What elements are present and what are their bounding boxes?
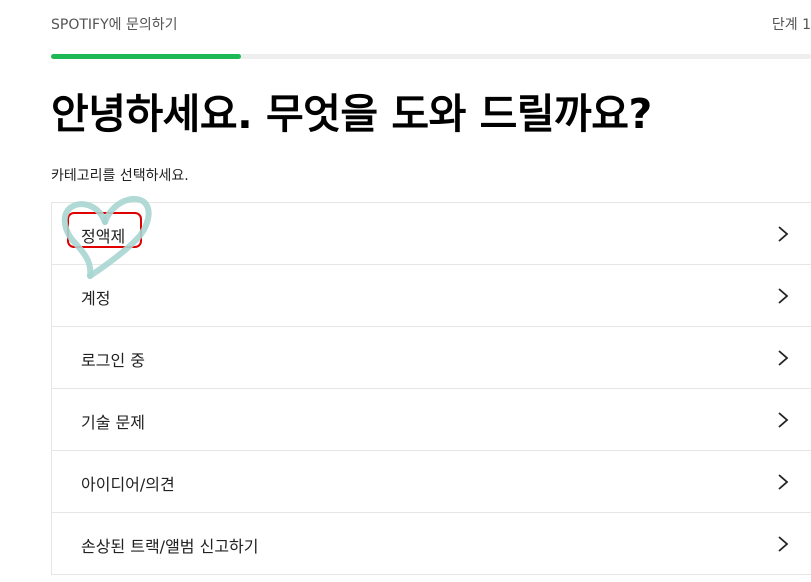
category-label: 계정 <box>81 289 111 308</box>
category-item-subscription[interactable]: 정액제 <box>52 203 811 265</box>
category-item-login[interactable]: 로그인 중 <box>52 327 811 389</box>
heart-doodle-icon <box>61 195 152 279</box>
progress-fill <box>51 54 241 59</box>
category-instruction: 카테고리를 선택하세요. <box>51 168 189 184</box>
page-title: 안녕하세요. 무엇을 도와 드릴까요? <box>51 90 652 138</box>
category-label: 손상된 트랙/앨범 신고하기 <box>81 537 259 556</box>
category-item-ideas[interactable]: 아이디어/의견 <box>52 451 811 513</box>
chevron-right-icon <box>778 288 789 304</box>
chevron-right-icon <box>778 350 789 366</box>
category-item-report-track[interactable]: 손상된 트랙/앨범 신고하기 <box>52 513 811 575</box>
step-indicator: 단계 1 <box>771 17 811 33</box>
category-label: 로그인 중 <box>81 351 145 370</box>
chevron-right-icon <box>778 536 789 552</box>
chevron-right-icon <box>778 226 789 242</box>
category-item-account[interactable]: 계정 <box>52 265 811 327</box>
category-item-technical[interactable]: 기술 문제 <box>52 389 811 451</box>
progress-bar <box>51 54 811 59</box>
category-list: 정액제 계정 로그인 중 기술 문제 아이디어/의견 손상된 트랙/앨범 신고하… <box>51 202 811 575</box>
breadcrumb[interactable]: SPOTIFY에 문의하기 <box>51 14 177 34</box>
category-label: 아이디어/의견 <box>81 475 175 494</box>
category-label: 기술 문제 <box>81 413 145 432</box>
top-bar: SPOTIFY에 문의하기 단계 1 <box>51 14 811 34</box>
chevron-right-icon <box>778 412 789 428</box>
chevron-right-icon <box>778 474 789 490</box>
contact-page: SPOTIFY에 문의하기 단계 1 안녕하세요. 무엇을 도와 드릴까요? 카… <box>0 0 811 582</box>
